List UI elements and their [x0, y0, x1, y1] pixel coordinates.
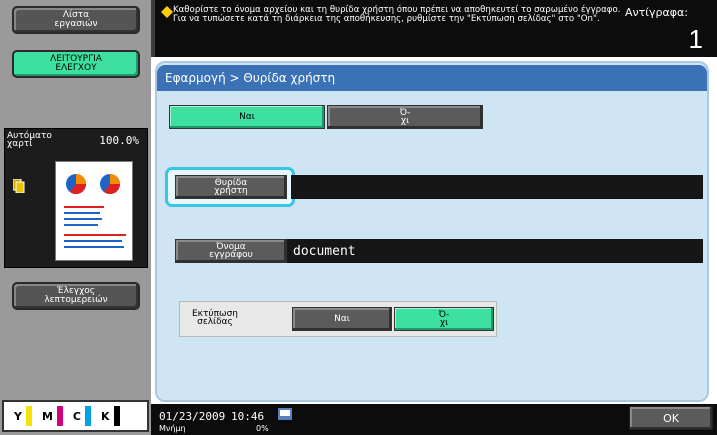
paper-label: Αυτόματο χαρτί: [7, 131, 52, 149]
check-details-button[interactable]: Έλεγχος λεπτομερειών: [12, 282, 140, 310]
toner-m-label: M: [41, 409, 53, 423]
toner-c-label: C: [72, 409, 81, 423]
save-no-button[interactable]: Ό- χι: [327, 105, 483, 129]
toner-k-level: [113, 406, 120, 426]
network-icon: [278, 408, 292, 420]
save-yes-button[interactable]: Ναι: [169, 105, 325, 129]
message-bar: Καθορίστε το όνομα αρχείου και τη θυρίδα…: [151, 0, 717, 57]
check-function-button[interactable]: ΛΕΙΤΟΥΡΓΙΑ ΕΛΕΓΧΟΥ: [12, 50, 140, 78]
status-time: 10:46: [231, 410, 265, 423]
document-name-button[interactable]: Όνομα εγγράφου: [175, 239, 287, 263]
main-panel: Εφαρμογή > Θυρίδα χρήστη Ναι Ό- χι Θυρίδ…: [151, 57, 717, 404]
title-bar: Εφαρμογή > Θυρίδα χρήστη: [157, 65, 707, 91]
user-box-field[interactable]: [291, 175, 703, 199]
memory-value: 0%: [256, 424, 269, 433]
toner-m-level: [56, 406, 63, 426]
page-thumbnail: [55, 161, 133, 261]
status-bar: 01/23/2009 10:46 Μνήμη 0% OK: [151, 404, 717, 435]
document-name-field[interactable]: document: [287, 239, 703, 263]
memory-label: Μνήμη: [159, 424, 186, 433]
toner-y-level: [25, 406, 32, 426]
toner-c-level: [85, 406, 91, 426]
copier-screen: Λίστα εργασιών ΛΕΙΤΟΥΡΓΙΑ ΕΛΕΓΧΟΥ Αυτόμα…: [0, 0, 717, 435]
paper-preview-panel: Αυτόματο χαρτί 100.0%: [4, 128, 148, 268]
toner-indicator: Y M C K: [2, 400, 149, 432]
print-no-button[interactable]: Ό- χι: [394, 307, 494, 331]
job-list-button[interactable]: Λίστα εργασιών: [12, 6, 140, 34]
zoom-percent: 100.0%: [99, 134, 139, 147]
copies-count: 1: [688, 24, 703, 54]
breadcrumb: Εφαρμογή > Θυρίδα χρήστη: [165, 71, 336, 85]
settings-panel: Εφαρμογή > Θυρίδα χρήστη Ναι Ό- χι Θυρίδ…: [155, 61, 709, 402]
toner-k-label: K: [101, 409, 110, 423]
instruction-message: Καθορίστε το όνομα αρχείου και τη θυρίδα…: [173, 5, 621, 24]
ok-button[interactable]: OK: [629, 406, 713, 430]
document-preview-icon: [64, 174, 126, 248]
copies-label: Αντίγραφα:: [625, 6, 688, 19]
original-document-icon: [13, 179, 25, 193]
print-yes-button[interactable]: Ναι: [292, 307, 392, 331]
user-box-button[interactable]: Θυρίδα χρήστη: [175, 175, 287, 199]
print-page-group: Εκτύπωση σελίδας Ναι Ό- χι: [179, 301, 497, 337]
sidebar: Λίστα εργασιών ΛΕΙΤΟΥΡΓΙΑ ΕΛΕΓΧΟΥ Αυτόμα…: [0, 0, 151, 435]
status-date: 01/23/2009: [159, 410, 226, 423]
info-diamond-icon: [161, 6, 173, 18]
toner-y-label: Y: [14, 409, 22, 423]
print-page-label: Εκτύπωση σελίδας: [192, 309, 238, 327]
